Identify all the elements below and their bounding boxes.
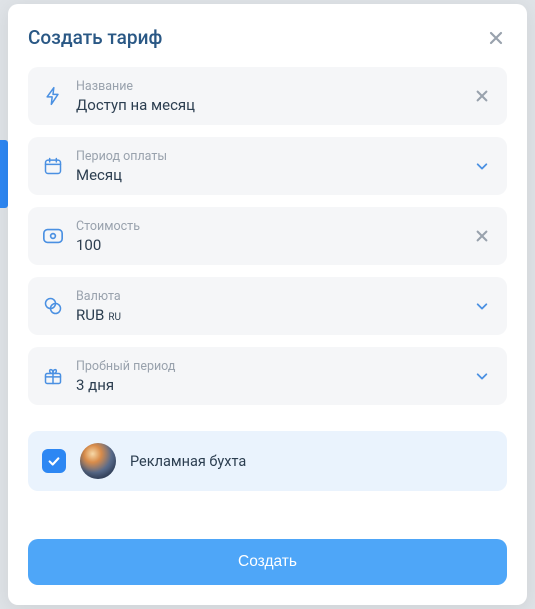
left-accent-strip — [0, 140, 8, 208]
field-trial[interactable]: Пробный период 3 дня — [28, 347, 507, 405]
field-name-label: Название — [76, 79, 459, 94]
close-icon — [475, 89, 489, 103]
field-trial-body: Пробный период 3 дня — [76, 359, 459, 394]
chevron-down-icon — [475, 299, 489, 313]
field-price-body: Стоимость 100 — [76, 219, 459, 254]
field-trial-value: 3 дня — [76, 376, 459, 394]
check-icon — [47, 454, 61, 468]
field-currency-label: Валюта — [76, 289, 459, 304]
close-button[interactable] — [485, 27, 507, 49]
gift-icon — [42, 365, 64, 387]
submit-button[interactable]: Создать — [28, 539, 507, 585]
currency-icon — [42, 295, 64, 317]
field-currency[interactable]: Валюта RUB RU — [28, 277, 507, 335]
channel-checkbox[interactable] — [42, 449, 66, 473]
modal-title: Создать тариф — [28, 26, 162, 49]
channel-name: Рекламная бухта — [130, 453, 246, 470]
money-icon — [42, 225, 64, 247]
close-icon — [488, 30, 504, 46]
currency-code: RUB — [76, 306, 104, 324]
field-name[interactable]: Название Доступ на месяц — [28, 67, 507, 125]
channel-row[interactable]: Рекламная бухта — [28, 431, 507, 491]
submit-row: Создать — [28, 539, 507, 585]
modal-header: Создать тариф — [28, 26, 507, 49]
clear-price-button[interactable] — [471, 225, 493, 247]
field-period-body: Период оплаты Месяц — [76, 149, 459, 184]
modal-backdrop: Создать тариф Название Доступ на месяц — [0, 0, 535, 609]
create-tariff-modal: Создать тариф Название Доступ на месяц — [8, 4, 527, 605]
close-icon — [475, 229, 489, 243]
field-period[interactable]: Период оплаты Месяц — [28, 137, 507, 195]
currency-dropdown-toggle[interactable] — [471, 295, 493, 317]
fields-container: Название Доступ на месяц Период оплаты М… — [28, 67, 507, 521]
period-dropdown-toggle[interactable] — [471, 155, 493, 177]
clear-name-button[interactable] — [471, 85, 493, 107]
field-price-label: Стоимость — [76, 219, 459, 234]
chevron-down-icon — [475, 159, 489, 173]
field-name-body: Название Доступ на месяц — [76, 79, 459, 114]
chevron-down-icon — [475, 369, 489, 383]
field-period-label: Период оплаты — [76, 149, 459, 164]
trial-dropdown-toggle[interactable] — [471, 365, 493, 387]
lightning-icon — [42, 85, 64, 107]
currency-suffix: RU — [108, 312, 121, 323]
field-trial-label: Пробный период — [76, 359, 459, 374]
field-price-value: 100 — [76, 236, 459, 254]
field-currency-body: Валюта RUB RU — [76, 289, 459, 324]
field-name-value: Доступ на месяц — [76, 96, 459, 114]
field-period-value: Месяц — [76, 166, 459, 184]
field-currency-value: RUB RU — [76, 306, 459, 324]
field-price[interactable]: Стоимость 100 — [28, 207, 507, 265]
calendar-icon — [42, 155, 64, 177]
channel-avatar — [80, 443, 116, 479]
